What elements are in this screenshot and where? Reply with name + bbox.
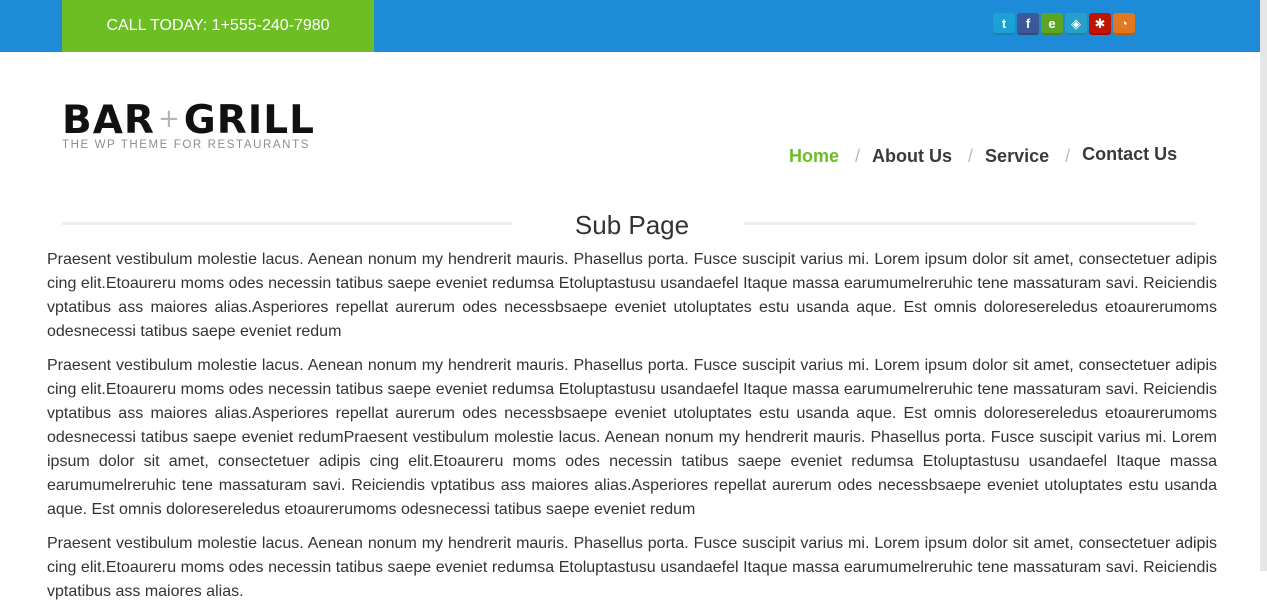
nav-about-us[interactable]: About Us <box>872 146 952 167</box>
nav-separator: / <box>968 146 974 166</box>
yelp-icon[interactable]: ✱ <box>1089 13 1111 35</box>
evernote-icon[interactable]: e <box>1041 13 1063 35</box>
twitter-icon[interactable]: t <box>993 13 1015 35</box>
title-divider-right <box>744 222 1196 225</box>
logo-tagline: THE WP THEME FOR RESTAURANTS <box>62 139 310 151</box>
logo-word-grill: GRILL <box>183 98 316 143</box>
top-bar: CALL TODAY: 1+555-240-7980 t f e ◈ ✱ ◔ <box>0 0 1260 52</box>
logo-wordmark: BAR +GRILL <box>62 98 315 142</box>
nav-contact-us[interactable]: Contact Us <box>1082 144 1177 165</box>
scrollbar[interactable] <box>1260 0 1267 571</box>
facebook-icon[interactable]: f <box>1017 13 1039 35</box>
foursquare-icon[interactable]: ◈ <box>1065 13 1087 35</box>
logo-plus: + <box>157 104 181 134</box>
main-nav: Home / About Us / Service / Contact Us <box>789 144 1177 167</box>
title-divider-left <box>62 222 512 225</box>
paragraph: Praesent vestibulum molestie lacus. Aene… <box>47 251 1217 340</box>
logo-word-bar: BAR <box>62 98 155 143</box>
page-title: Sub Page <box>574 210 690 240</box>
social-icons: t f e ◈ ✱ ◔ <box>993 13 1135 35</box>
page-content: Praesent vestibulum molestie lacus. Aene… <box>47 248 1217 614</box>
call-today-banner: CALL TODAY: 1+555-240-7980 <box>62 0 374 52</box>
nav-service[interactable]: Service <box>985 146 1049 167</box>
page-title-row: Sub Page <box>62 208 1196 242</box>
paragraph: Praesent vestibulum molestie lacus. Aene… <box>47 535 1217 600</box>
nav-separator: / <box>1065 146 1071 166</box>
rss-icon[interactable]: ◔ <box>1113 13 1135 35</box>
nav-home[interactable]: Home <box>789 146 839 167</box>
site-logo[interactable]: BAR +GRILL THE WP THEME FOR RESTAURANTS <box>62 98 315 152</box>
nav-separator: / <box>855 146 861 166</box>
paragraph: Praesent vestibulum molestie lacus. Aene… <box>47 357 1217 518</box>
